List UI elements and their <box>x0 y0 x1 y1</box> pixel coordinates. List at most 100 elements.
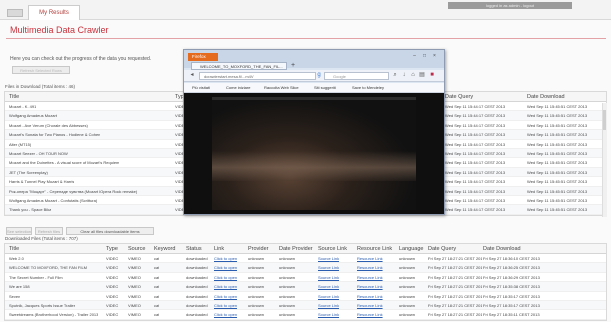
see-selection-button[interactable]: See selection <box>6 227 32 235</box>
table-row[interactable]: We are 158 VIDEO VIMEO cat downloaded Click t… <box>5 282 606 292</box>
cell-source: VIMEO <box>128 284 141 290</box>
cell-type: VIDEO <box>106 312 119 318</box>
bookmark-web-slice[interactable]: Raccolta Web Slice <box>264 83 299 93</box>
cell-title: Wolfgang Amadeus Mozart - Confutatis (Sc… <box>9 197 98 203</box>
cell-resource-link[interactable]: Resource Link <box>357 292 383 301</box>
search-tab-button[interactable] <box>7 9 23 17</box>
bookmark-menu-icon[interactable]: ▤ <box>418 71 426 80</box>
google-icon: g <box>317 72 321 78</box>
cell-source-link[interactable]: Source Link <box>318 292 339 301</box>
cell-type: VIDEO <box>106 302 119 308</box>
url-bar[interactable]: dcrawlerstart.mesa.fi/...m4V <box>199 72 316 80</box>
cell-source-link[interactable]: Source Link <box>318 254 339 263</box>
table-row[interactable]: Web 2.0 VIDEO VIMEO cat downloaded Click to o… <box>5 254 606 264</box>
table-row[interactable]: Seven VIDEO VIMEO cat downloaded Click to ope… <box>5 292 606 301</box>
cell-date-query: Wed Sep 11 15:44:17 CEST 2013 <box>445 104 506 109</box>
search-input[interactable]: Google <box>324 72 389 80</box>
page-title: Multimedia Data Crawler <box>10 25 109 35</box>
column-header-source[interactable]: Source <box>128 244 145 254</box>
cell-source-link[interactable]: Source Link <box>318 263 339 272</box>
cell-resource-link[interactable]: Resource Link <box>357 301 383 310</box>
refresh-selected-button[interactable]: Refresh Selected Rows <box>12 66 70 74</box>
column-header-date-query[interactable]: Date Query <box>428 244 456 254</box>
cell-provider: unknown <box>248 256 265 261</box>
cell-keyword: cat <box>154 284 160 290</box>
cell-source-link[interactable]: Source Link <box>318 310 339 319</box>
browser-tab[interactable]: WELCOME_TO_MOXFORD_THE_FAN_FIL... <box>191 62 287 70</box>
table-row[interactable]: Sputnik, Jacques Sports Issue Trailer VID… <box>5 300 606 311</box>
column-header-date-download[interactable]: Date Download <box>483 244 521 254</box>
cell-date-download: Wed Sep 11 15:45:51 CEST 2013 <box>527 141 588 147</box>
firefox-menu-button[interactable]: Firefox <box>188 53 218 61</box>
cell-title: Sputnik, Jacques Sports Issue Trailer <box>9 302 76 308</box>
column-header-status[interactable]: Status <box>186 244 202 254</box>
cell-resource-link[interactable]: Resource Link <box>357 310 383 319</box>
column-header-source-link[interactable]: Source Link <box>318 244 347 254</box>
scrollbar-thumb[interactable] <box>603 110 606 130</box>
column-header-date-query[interactable]: Date Query <box>445 92 473 102</box>
cell-resource-link[interactable]: Resource Link <box>357 273 383 282</box>
bookmark-suggested-sites[interactable]: Siti suggeriti <box>314 83 336 93</box>
maximize-icon[interactable]: □ <box>420 53 429 60</box>
bookmark-most-visited[interactable]: Più visitati <box>192 83 210 93</box>
cell-language: unknown <box>399 312 416 318</box>
table-header: Title Type Source Keyword Status Link Pr… <box>5 244 606 254</box>
user-badge[interactable]: logged in as admin - logout <box>448 2 572 9</box>
cell-date-query: Fri Sep 27 18:27:21 CEST 2013 <box>428 293 482 299</box>
column-header-type[interactable]: Type <box>106 244 118 254</box>
cell-date-download: Wed Sep 11 15:45:51 CEST 2013 <box>527 113 588 119</box>
cell-title: The Secret Number - Full Film <box>9 274 63 280</box>
cell-date-download: Wed Sep 11 15:45:51 CEST 2013 <box>527 207 588 213</box>
column-header-title[interactable]: Title <box>9 92 19 102</box>
table-body: Web 2.0 VIDEO VIMEO cat downloaded Click to o… <box>5 254 606 320</box>
download-icon[interactable]: ↓ <box>400 71 408 80</box>
minimize-icon[interactable]: – <box>410 53 419 60</box>
close-icon[interactable]: × <box>430 53 439 60</box>
bookmark-save-to-mendeley[interactable]: Save to Mendeley <box>352 83 384 93</box>
cell-link[interactable]: Click to open <box>214 273 237 282</box>
column-header-date-provider[interactable]: Date Provider <box>279 244 313 254</box>
cell-provider: unknown <box>248 265 265 271</box>
new-tab-icon[interactable]: + <box>289 62 297 70</box>
cell-source-link[interactable]: Source Link <box>318 301 339 310</box>
cell-date-query: Wed Sep 11 15:44:17 CEST 2013 <box>445 207 506 213</box>
app-window: My Results logged in as admin - logout M… <box>0 0 611 322</box>
cell-resource-link[interactable]: Resource Link <box>357 263 383 272</box>
column-header-keyword[interactable]: Keyword <box>154 244 175 254</box>
table-row[interactable]: WELCOME TO MOXFORD, THE FAN FILM VIDEO VIM… <box>5 263 606 273</box>
tab-my-results[interactable]: My Results <box>28 5 80 20</box>
cell-resource-link[interactable]: Resource Link <box>357 254 383 263</box>
column-header-date-download[interactable]: Date Download <box>527 92 565 102</box>
cell-type: VIDEO <box>106 284 119 290</box>
clear-downloadable-button[interactable]: Clear all files downloadable items <box>66 227 154 235</box>
cell-title: JET (The Screenplay) <box>9 169 48 175</box>
back-icon[interactable]: ◂ <box>188 71 196 80</box>
intro-text: Here you can check out the progress of t… <box>10 56 152 62</box>
column-header-language[interactable]: Language <box>399 244 423 254</box>
search-icon[interactable]: ⌕ <box>391 71 399 80</box>
cell-link[interactable]: Click to open <box>214 301 237 310</box>
column-header-provider[interactable]: Provider <box>248 244 268 254</box>
cell-link[interactable]: Click to open <box>214 282 237 291</box>
cell-source: VIMEO <box>128 265 141 271</box>
cell-source-link[interactable]: Source Link <box>318 282 339 291</box>
cell-link[interactable]: Click to open <box>214 310 237 319</box>
cell-link[interactable]: Click to open <box>214 263 237 272</box>
addon-icon[interactable]: ■ <box>428 71 436 80</box>
column-header-link[interactable]: Link <box>214 244 224 254</box>
cell-date-provider: unknown <box>279 265 296 271</box>
cell-source-link[interactable]: Source Link <box>318 273 339 282</box>
cell-language: unknown <box>399 256 416 261</box>
bookmark-getting-started[interactable]: Come iniziare <box>226 83 250 93</box>
table-row[interactable]: The Secret Number - Full Film VIDEO VIMEO c… <box>5 273 606 283</box>
column-header-title[interactable]: Title <box>9 244 19 254</box>
cell-link[interactable]: Click to open <box>214 292 237 301</box>
cell-link[interactable]: Click to open <box>214 254 237 263</box>
cell-resource-link[interactable]: Resource Link <box>357 282 383 291</box>
cell-language: unknown <box>399 302 416 308</box>
cell-date-query: Wed Sep 11 15:44:17 CEST 2013 <box>445 160 506 166</box>
home-icon[interactable]: ⌂ <box>409 71 417 80</box>
table-row[interactable]: Sweetdreams (Brotherhood Version) - Trai… <box>5 310 606 320</box>
refresh-files-button[interactable]: Refresh files <box>35 227 63 235</box>
column-header-resource-link[interactable]: Resource Link <box>357 244 392 254</box>
